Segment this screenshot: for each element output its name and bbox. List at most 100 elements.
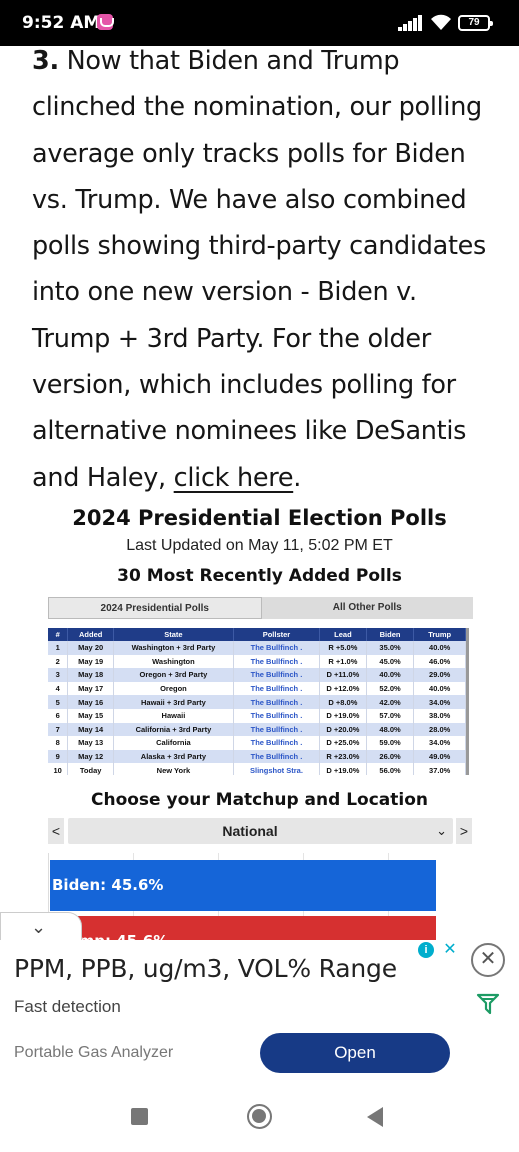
location-select[interactable]: National ⌄ [68,818,453,844]
biden-bar: Biden: 45.6% [50,860,436,911]
table-cell: 7 [48,722,69,737]
table-cell: 40.0% [413,681,466,696]
article-paragraph: 3. Now that Biden and Trump clinched the… [32,38,502,501]
table-cell: 3 [48,668,69,682]
table-cell: 40.0% [413,641,466,655]
article-end: . [293,462,302,493]
table-cell: May 13 [67,736,114,750]
polls-table-container[interactable]: # Added State Pollster Lead Biden Trump … [48,628,469,775]
article-text: Now that Biden and Trump clinched the no… [32,46,487,493]
table-cell[interactable]: Slingshot Stra. [233,763,321,775]
table-cell[interactable]: The Bullfinch . [233,641,321,655]
table-cell[interactable]: The Bullfinch . [233,736,321,750]
table-cell: Hawaii [113,708,234,723]
table-cell: D +20.0% [319,722,367,737]
table-cell: 34.0% [413,736,466,750]
recents-button[interactable] [131,1108,148,1125]
table-cell: R +1.0% [319,654,367,669]
table-cell: 34.0% [413,695,466,709]
table-cell: 48.0% [366,722,415,737]
signal-icon [398,15,424,31]
table-cell: R +23.0% [319,749,367,764]
table-cell: 59.0% [366,736,415,750]
last-updated: Last Updated on May 11, 5:02 PM ET [126,537,393,554]
table-row[interactable]: 8 May 13 California The Bullfinch .D +25.0%… [48,736,466,750]
table-cell[interactable]: The Bullfinch . [233,749,321,764]
table-cell[interactable]: The Bullfinch . [233,708,321,723]
table-cell: 2 [48,654,69,669]
table-cell: R +5.0% [319,641,367,655]
table-cell: 6 [48,708,69,723]
ad-subtext: Fast detection [14,997,121,1016]
click-here-link[interactable]: click here [174,463,294,493]
item-number: 3. [32,46,59,76]
table-cell: 42.0% [366,695,415,709]
table-cell: 4 [48,681,69,696]
table-cell: 57.0% [366,708,415,723]
chevron-down-icon: ⌄ [436,823,447,838]
ad-banner[interactable]: i ✕ PPM, PPB, ug/m3, VOL% Range Fast det… [0,940,519,1082]
table-row[interactable]: 6 May 15 Hawaii The Bullfinch .D +19.0% 57.0… [48,708,466,723]
previous-location-button[interactable]: < [48,818,64,844]
table-cell[interactable]: The Bullfinch . [233,681,321,696]
advertiser-logo-icon [476,993,500,1015]
col-header: # [48,628,69,641]
table-cell: May 15 [67,708,114,723]
table-cell: Alaska + 3rd Party [113,749,234,764]
table-cell: May 16 [67,695,114,709]
table-row[interactable]: 1 May 20 Washington + 3rd Party The Bullfin… [48,641,466,655]
table-cell: 56.0% [366,763,415,775]
ad-open-button[interactable]: Open [260,1033,450,1073]
polling-average-bars: Biden: 45.6% Trump: 45.6% [48,853,472,967]
tab-all-other-polls[interactable]: All Other Polls [261,597,473,619]
table-cell: 35.0% [366,641,415,655]
table-cell[interactable]: The Bullfinch . [233,695,321,709]
table-cell: 46.0% [413,654,466,669]
ad-close-button[interactable]: ✕ [471,943,505,977]
location-select-value: National [222,823,278,839]
table-cell: D +19.0% [319,708,367,723]
table-cell: D +8.0% [319,695,367,709]
next-location-button[interactable]: > [456,818,472,844]
table-cell[interactable]: The Bullfinch . [233,654,321,669]
table-cell: D +25.0% [319,736,367,750]
col-header: Biden [366,628,415,641]
ad-headline[interactable]: PPM, PPB, ug/m3, VOL% Range [14,954,397,983]
table-cell: Washington [113,654,234,669]
ad-advertiser: Portable Gas Analyzer [14,1044,174,1061]
tab-presidential-polls[interactable]: 2024 Presidential Polls [48,597,262,619]
table-row[interactable]: 7 May 14 California + 3rd Party The Bullfin… [48,722,466,737]
matchup-title: Choose your Matchup and Location [90,790,428,810]
table-cell: Washington + 3rd Party [113,641,234,655]
table-cell: Today [67,763,114,775]
table-cell: May 20 [67,641,114,655]
col-header: Lead [319,628,367,641]
table-cell[interactable]: The Bullfinch . [233,668,321,682]
table-row[interactable]: 3 May 18 Oregon + 3rd Party The Bullfinch .… [48,668,466,682]
ad-info-icon[interactable]: i [418,942,434,958]
ad-x-icon[interactable]: ✕ [441,941,459,959]
status-time: 9:52 AM [22,13,101,33]
table-cell: 10 [48,763,69,775]
table-cell: 28.0% [413,722,466,737]
table-cell: California + 3rd Party [113,722,234,737]
table-row[interactable]: 9 May 12 Alaska + 3rd Party The Bullfinch .… [48,749,466,764]
table-cell: May 18 [67,668,114,682]
widget-title: 2024 Presidential Election Polls [72,506,447,530]
table-cell: D +12.0% [319,681,367,696]
table-cell: 38.0% [413,708,466,723]
table-cell: D +19.0% [319,763,367,775]
table-cell[interactable]: The Bullfinch . [233,722,321,737]
table-row[interactable]: 10 Today New York Slingshot Stra. D +19.0% 56… [48,763,466,775]
table-row[interactable]: 2 May 19 Washington The Bullfinch .R +1.0% 4… [48,654,466,669]
table-cell: 1 [48,641,69,655]
wifi-icon [431,14,451,30]
table-cell: 29.0% [413,668,466,682]
table-row[interactable]: 4 May 17 Oregon The Bullfinch .D +12.0% 52.0… [48,681,466,696]
table-row[interactable]: 5 May 16 Hawaii + 3rd Party The Bullfinch .… [48,695,466,709]
col-header: State [113,628,234,641]
back-button[interactable] [367,1107,383,1127]
table-cell: May 12 [67,749,114,764]
home-button[interactable] [247,1104,272,1129]
polls-table: # Added State Pollster Lead Biden Trump … [48,628,466,775]
